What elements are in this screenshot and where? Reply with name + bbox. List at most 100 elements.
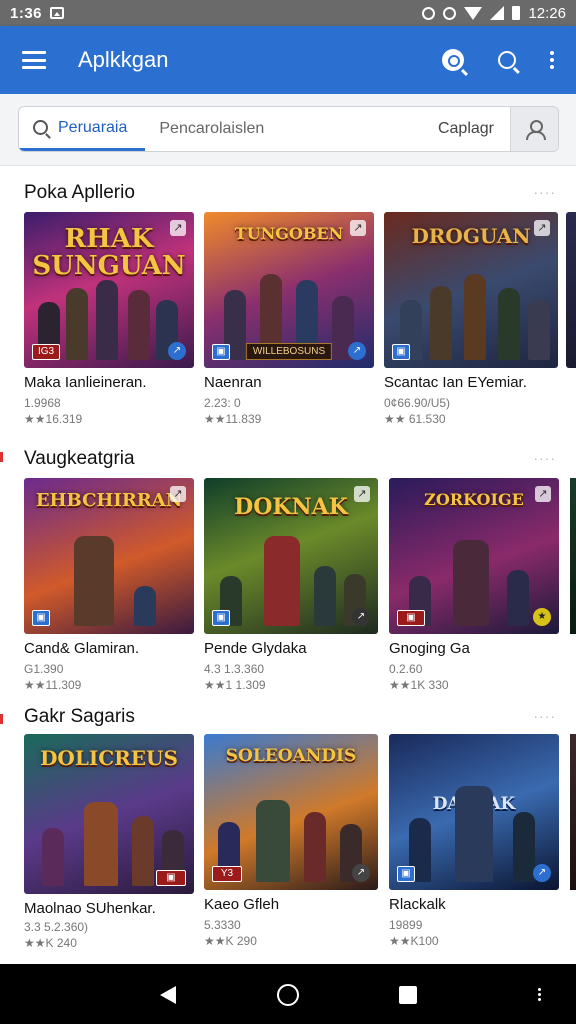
external-icon: ↗ (354, 486, 370, 502)
sync-icon (422, 6, 436, 20)
app-card[interactable]: DOKNAK ↗ ▣ ↗ Pende Glydaka 4.3 1.3.360 ★… (204, 478, 378, 698)
menu-icon[interactable] (22, 51, 46, 69)
app-name: Naenran (204, 374, 262, 391)
app-rating: ★★K 240 (24, 936, 77, 950)
app-rating: ★★1 1.309 (204, 678, 266, 692)
wifi-icon (464, 6, 483, 20)
app-rating: ★★11.839 (204, 412, 262, 426)
app-card-partial[interactable] (570, 734, 576, 890)
search-box: Peruaraia Caplagr (18, 106, 559, 152)
app-card[interactable]: ZORKOIGE ↗ ▣ ★ Gnoging Ga 0.2.60 ★★1K 33… (389, 478, 559, 698)
app-card[interactable]: DROGUAN ↗ ▣ Scantac Ian EYemiar. 0¢66.90… (384, 212, 558, 432)
app-rating: ★★1K 330 (389, 678, 449, 692)
recents-icon[interactable] (399, 986, 417, 1004)
category-badge: ▣ (156, 870, 186, 886)
install-icon: ↗ (533, 864, 551, 882)
external-icon: ↗ (534, 220, 550, 236)
app-subtitle: 3.3 5.2.360) (24, 920, 89, 934)
art-title: DOLICREUS (40, 746, 178, 770)
back-icon[interactable] (160, 986, 176, 1004)
section-title: Poka Apllerio (24, 182, 135, 203)
app-rating: ★★ 61.530 (384, 412, 446, 426)
app-subtitle: 0.2.60 (389, 662, 423, 676)
more-vert-icon[interactable] (550, 51, 554, 69)
external-icon: ↗ (170, 486, 186, 502)
app-name: Rlackalk (389, 896, 446, 913)
section-more[interactable]: ···· (533, 450, 556, 466)
app-card[interactable]: EHBCHIRRAN ↗ ▣ Cand& Glamiran. G1.390 ★★… (24, 478, 194, 698)
art-title: EHBCHIRRAN (35, 490, 183, 511)
art-title: ZORKOIGE (424, 490, 524, 509)
app-card[interactable]: RHAK SUNGUAN ↗ IG3 ↗ Maka Ianlieineran. … (24, 212, 194, 432)
app-card[interactable]: DACAAK ▣ ↗ Rlackalk 19899 ★★K100 (389, 734, 559, 954)
achievement-icon: ★ (533, 608, 551, 626)
app-card[interactable]: TUNGOBEN ↗ ▣ WILLEBOSUNS ↗ Naenran 2.23:… (204, 212, 374, 432)
app-subtitle: 5.3330 (204, 918, 241, 932)
section-top-apps: Poka Apllerio ···· RHAK SUNGUAN ↗ IG3 ↗ … (0, 166, 576, 436)
vibrate-icon (443, 6, 457, 20)
app-card-partial[interactable] (566, 212, 576, 368)
voice-search-icon[interactable] (442, 49, 464, 71)
app-rating: ★★16.319 (24, 412, 83, 426)
app-bar: Aplkkgan (0, 26, 576, 94)
art-characters (384, 274, 558, 368)
external-icon: ↗ (170, 220, 186, 236)
install-icon: ↗ (168, 342, 186, 360)
search-input[interactable] (145, 120, 386, 138)
app-artwork: TUNGOBEN ↗ ▣ WILLEBOSUNS ↗ (204, 212, 374, 368)
search-tab-label: Peruaraia (58, 118, 128, 136)
section-more[interactable]: ···· (533, 708, 556, 724)
home-icon[interactable] (277, 984, 299, 1006)
art-title: DROGUAN (411, 224, 531, 248)
art-title: TUNGOBEN (234, 224, 344, 243)
category-badge: ▣ (32, 610, 50, 626)
category-badge: ▣ (397, 610, 425, 626)
signal-icon (490, 6, 505, 20)
search-area: Peruaraia Caplagr (0, 94, 576, 166)
battery-icon (512, 6, 521, 20)
section-title: Vaugkeatgria (24, 448, 135, 469)
install-icon: ↗ (348, 342, 366, 360)
app-name: Pende Glydaka (204, 640, 307, 657)
external-icon: ↗ (535, 486, 551, 502)
share-icon: ↗ (352, 864, 370, 882)
external-icon: ↗ (350, 220, 366, 236)
app-card[interactable]: SOLEOANDIS Y3 ↗ Kaeo Gfleh 5.3330 ★★K 29… (204, 734, 378, 954)
search-icon[interactable] (498, 51, 516, 69)
image-notification-icon (50, 7, 65, 19)
app-subtitle: 4.3 1.3.360 (204, 662, 265, 676)
app-artwork: DROGUAN ↗ ▣ (384, 212, 558, 368)
app-artwork: DOKNAK ↗ ▣ ↗ (204, 478, 378, 634)
status-time-left: 1:36 (10, 4, 43, 22)
section-more[interactable]: ···· (533, 184, 556, 200)
app-card[interactable]: DOLICREUS ▣ Maolnao SUhenkar. 3.3 5.2.36… (24, 734, 194, 954)
app-subtitle: 0¢66.90/U5) (384, 396, 451, 410)
app-artwork: DOLICREUS ▣ (24, 734, 194, 894)
app-rating: ★★K100 (389, 934, 439, 948)
section-title: Gakr Sagaris (24, 706, 135, 727)
art-title: DOKNAK (234, 494, 348, 520)
rating-badge: IG3 (32, 344, 60, 360)
app-name: Cand& Glamiran. (24, 640, 140, 657)
app-rating: ★★11.309 (24, 678, 82, 692)
status-bar: 1:36 12:26 (0, 0, 576, 26)
app-name: Kaeo Gfleh (204, 896, 280, 913)
search-tab-active[interactable]: Peruaraia (19, 107, 146, 151)
art-title: SOLEOANDIS (225, 746, 357, 766)
app-name: Scantac Ian EYemiar. (384, 374, 527, 391)
app-card-partial[interactable] (570, 478, 576, 634)
app-name: Maolnao SUhenkar. (24, 900, 156, 917)
system-nav-bar (0, 964, 576, 1024)
more-vert-icon[interactable] (538, 988, 541, 1001)
app-title: Aplkkgan (78, 47, 169, 72)
app-artwork: DACAAK ▣ ↗ (389, 734, 559, 890)
category-badge: ▣ (212, 344, 230, 360)
app-artwork: SOLEOANDIS Y3 ↗ (204, 734, 378, 890)
search-category-label[interactable]: Caplagr (438, 120, 510, 138)
account-button[interactable] (510, 107, 558, 151)
status-icons: 12:26 (422, 5, 566, 22)
app-name: Gnoging Ga (389, 640, 470, 657)
app-subtitle: 2.23: 0 (204, 396, 241, 410)
section-categories: Vaugkeatgria ···· EHBCHIRRAN ↗ ▣ Cand& G… (0, 436, 576, 698)
search-icon (33, 120, 48, 135)
